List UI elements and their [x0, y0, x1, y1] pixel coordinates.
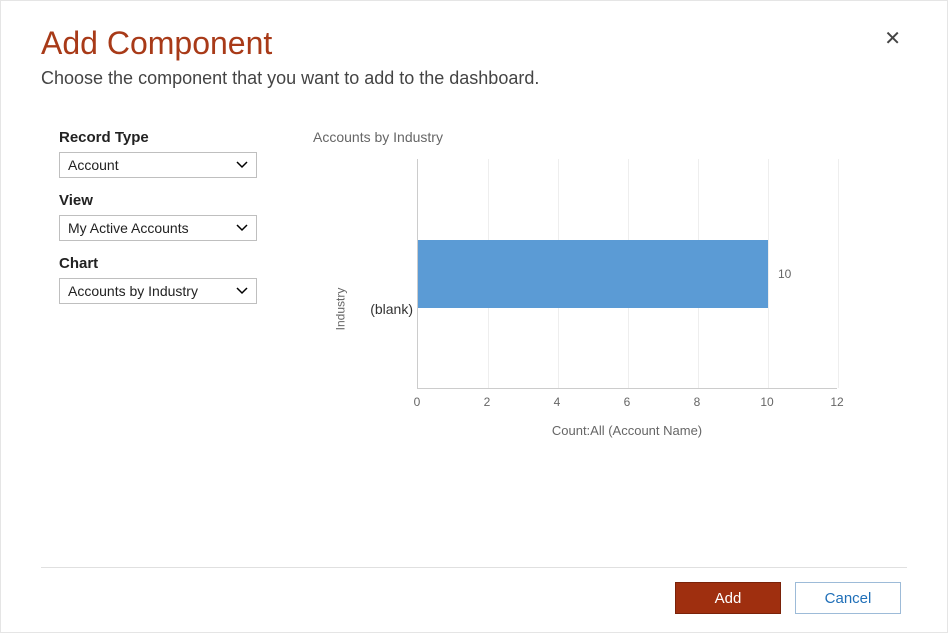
chart-area: Industry (blank) 10 Count:All (Account N…: [347, 159, 907, 459]
chart-select[interactable]: Accounts by Industry: [59, 278, 257, 304]
dialog-subtitle: Choose the component that you want to ad…: [41, 68, 539, 89]
view-field: View My Active Accounts: [59, 192, 273, 241]
dialog-title: Add Component: [41, 25, 539, 62]
chart-xtick: 0: [414, 395, 421, 409]
chart-xtick: 4: [554, 395, 561, 409]
chart-ylabel: Industry: [333, 288, 347, 331]
record-type-select[interactable]: Account: [59, 152, 257, 178]
add-component-dialog: Add Component Choose the component that …: [1, 1, 947, 632]
add-button[interactable]: Add: [675, 582, 781, 614]
record-type-value: Account: [68, 157, 119, 173]
close-button[interactable]: ✕: [878, 25, 907, 53]
chevron-down-icon: [236, 224, 248, 232]
chart-plot: 10: [417, 159, 837, 389]
chart-bar-row: 10: [418, 240, 791, 308]
chart-xlabel: Count:All (Account Name): [417, 423, 837, 438]
add-button-label: Add: [715, 590, 742, 607]
form-column: Record Type Account View My Active Accou…: [41, 129, 273, 567]
chart-gridline: [838, 159, 839, 388]
chart-xtick: 2: [484, 395, 491, 409]
chart-bar-value-label: 10: [778, 267, 791, 281]
cancel-button-label: Cancel: [825, 590, 872, 607]
cancel-button[interactable]: Cancel: [795, 582, 901, 614]
chart-xtick: 12: [830, 395, 843, 409]
chart-category-label: (blank): [363, 301, 413, 317]
chart-field: Chart Accounts by Industry: [59, 255, 273, 304]
view-label: View: [59, 192, 273, 209]
record-type-field: Record Type Account: [59, 129, 273, 178]
chart-title: Accounts by Industry: [313, 129, 907, 145]
dialog-header: Add Component Choose the component that …: [41, 25, 907, 129]
record-type-label: Record Type: [59, 129, 273, 146]
chart-label: Chart: [59, 255, 273, 272]
chevron-down-icon: [236, 287, 248, 295]
dialog-footer: Add Cancel: [41, 567, 907, 614]
chart-value: Accounts by Industry: [68, 283, 198, 299]
chevron-down-icon: [236, 161, 248, 169]
close-icon: ✕: [884, 28, 901, 50]
chart-bar: [418, 240, 768, 308]
chart-xtick: 6: [624, 395, 631, 409]
title-block: Add Component Choose the component that …: [41, 25, 539, 129]
chart-xtick: 8: [694, 395, 701, 409]
chart-xtick: 10: [760, 395, 773, 409]
chart-preview: Accounts by Industry Industry (blank) 10…: [313, 129, 907, 567]
view-select[interactable]: My Active Accounts: [59, 215, 257, 241]
view-value: My Active Accounts: [68, 220, 189, 236]
dialog-content: Record Type Account View My Active Accou…: [41, 129, 907, 567]
